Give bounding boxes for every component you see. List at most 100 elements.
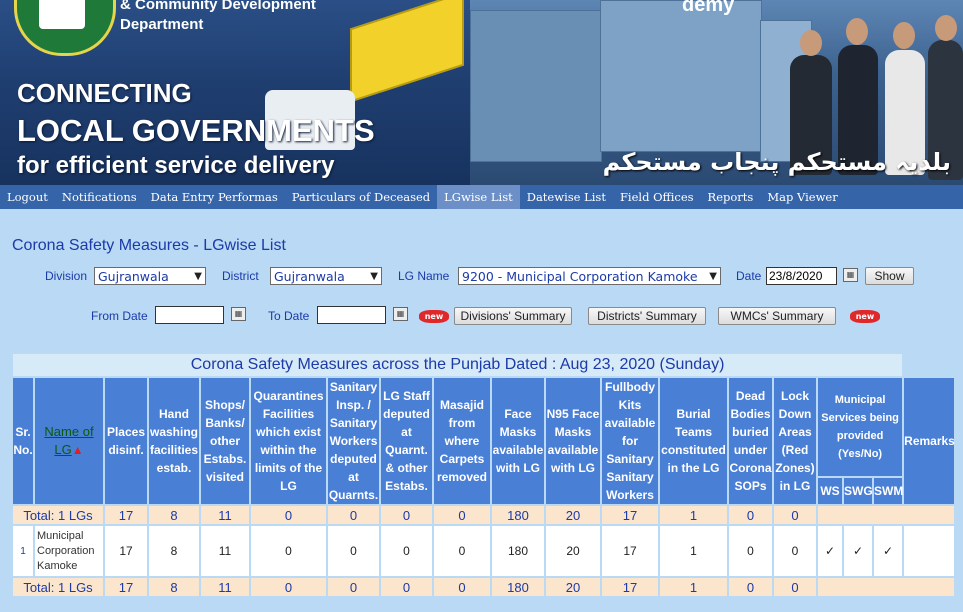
header-ws: WS	[818, 478, 842, 504]
page-title: Corona Safety Measures - LGwise List	[12, 237, 286, 254]
tagline-local-governments: LOCAL GOVERNMENTS	[17, 113, 375, 148]
person-head	[935, 15, 957, 41]
value-cell: 0	[381, 526, 432, 576]
from-date-input[interactable]	[155, 306, 224, 324]
total-value-cell: 0	[729, 506, 772, 524]
sort-arrow-icon[interactable]: ▲	[72, 443, 84, 457]
header-places: Places disinf.	[105, 378, 147, 504]
division-select[interactable]: Gujranwala ▼	[94, 267, 206, 285]
calendar-icon[interactable]: ▦	[843, 268, 858, 282]
header-banner: demy & Community Development Department …	[0, 0, 963, 185]
header-municipal-services: Municipal Services being provided (Yes/N…	[818, 378, 903, 476]
total-value-cell: 0	[729, 578, 772, 596]
districts-summary-button[interactable]: Districts' Summary	[588, 307, 706, 325]
value-cell: 0	[434, 526, 490, 576]
header-sr-no: Sr. No.	[13, 378, 33, 504]
divisions-summary-button[interactable]: Divisions' Summary	[454, 307, 572, 325]
header-staff: LG Staff deputed at Quarnt. & other Esta…	[381, 378, 432, 504]
total-value-cell: 0	[381, 578, 432, 596]
total-value-cell: 17	[105, 506, 147, 524]
total-value-cell: 0	[251, 578, 326, 596]
value-cell: 0	[328, 526, 379, 576]
remarks-cell	[904, 526, 955, 576]
nav-data-entry-performas[interactable]: Data Entry Performas	[144, 185, 285, 209]
department-name-line1: & Community Development	[120, 0, 316, 13]
value-cell: 0	[251, 526, 326, 576]
tagline-service-delivery: for efficient service delivery	[17, 152, 335, 179]
header-lockdown: Lock Down Areas (Red Zones) in LG	[774, 378, 816, 504]
total-value-cell: 0	[381, 506, 432, 524]
total-value-cell: 0	[434, 578, 490, 596]
header-burial-teams: Burial Teams constituted in the LG	[660, 378, 727, 504]
value-cell: 0	[774, 526, 816, 576]
division-label: Division	[45, 269, 88, 283]
header-quarantine: Quarantines Facilities which exist withi…	[251, 378, 326, 504]
building-image	[600, 0, 762, 152]
corona-measures-table: Corona Safety Measures across the Punjab…	[11, 352, 955, 598]
new-badge-icon: new	[850, 310, 880, 323]
header-swg: SWG	[844, 478, 873, 504]
date-label: Date	[736, 269, 762, 283]
chevron-down-icon: ▼	[709, 271, 717, 282]
total-row: Total: 1 LGs 17 8 11 0 0 0 0 180 20 17 1 0 0	[13, 578, 955, 596]
total-value-cell: 0	[328, 506, 379, 524]
total-empty-cell	[818, 506, 955, 524]
person-head	[893, 22, 915, 49]
swg-check-icon: ✓	[844, 526, 872, 576]
ws-check-icon: ✓	[818, 526, 842, 576]
academy-sign: demy	[682, 0, 735, 16]
total-label: Total: 1 LGs	[13, 506, 103, 524]
chevron-down-icon: ▼	[370, 271, 378, 282]
truck-image	[350, 0, 464, 103]
total-value-cell: 0	[251, 506, 326, 524]
sort-lg-link[interactable]: Name of LG	[44, 424, 93, 457]
to-date-label: To Date	[268, 309, 310, 323]
total-value-cell: 11	[201, 578, 249, 596]
value-cell: 0	[729, 526, 772, 576]
nav-field-offices[interactable]: Field Offices	[613, 185, 701, 209]
total-value-cell: 8	[149, 578, 199, 596]
calendar-icon[interactable]: ▦	[231, 307, 246, 321]
header-shops: Shops/ Banks/ other Estabs. visited	[201, 378, 249, 504]
header-sanitary: Sanitary Insp. / Sanitary Workers depute…	[328, 378, 379, 504]
total-value-cell: 1	[660, 506, 727, 524]
total-value-cell: 8	[149, 506, 199, 524]
total-value-cell: 0	[434, 506, 490, 524]
total-value-cell: 11	[201, 506, 249, 524]
table-row: 1 Municipal Corporation Kamoke 17 8 11 0…	[13, 526, 955, 576]
date-input[interactable]: 23/8/2020	[766, 267, 837, 285]
to-date-input[interactable]	[317, 306, 386, 324]
nav-notifications[interactable]: Notifications	[55, 185, 144, 209]
total-value-cell: 17	[602, 506, 658, 524]
tagline-connecting: CONNECTING	[17, 78, 192, 108]
from-date-label: From Date	[91, 309, 148, 323]
lg-name-select[interactable]: 9200 - Municipal Corporation Kamoke ▼	[458, 267, 721, 285]
nav-datewise-list[interactable]: Datewise List	[520, 185, 613, 209]
total-label: Total: 1 LGs	[13, 578, 103, 596]
total-empty-cell	[818, 578, 955, 596]
total-value-cell: 17	[602, 578, 658, 596]
nav-map-viewer[interactable]: Map Viewer	[760, 185, 844, 209]
show-button[interactable]: Show	[865, 267, 914, 285]
header-masajid: Masajid from where Carpets removed	[434, 378, 490, 504]
nav-particulars-of-deceased[interactable]: Particulars of Deceased	[285, 185, 437, 209]
wmcs-summary-button[interactable]: WMCs' Summary	[718, 307, 836, 325]
total-row: Total: 1 LGs 17 8 11 0 0 0 0 180 20 17 1 0 0	[13, 506, 955, 524]
header-hand-washing: Hand washing facilities estab.	[149, 378, 199, 504]
total-value-cell: 17	[105, 578, 147, 596]
header-lg-name[interactable]: Name of LG▲	[35, 378, 103, 504]
header-dead-bodies: Dead Bodies buried under Corona SOPs	[729, 378, 772, 504]
calendar-icon[interactable]: ▦	[393, 307, 408, 321]
value-cell: 17	[105, 526, 147, 576]
sr-cell: 1	[13, 526, 33, 576]
total-value-cell: 1	[660, 578, 727, 596]
nav-reports[interactable]: Reports	[701, 185, 761, 209]
table-caption: Corona Safety Measures across the Punjab…	[13, 354, 903, 376]
nav-lgwise-list[interactable]: LGwise List	[437, 185, 520, 209]
district-label: District	[222, 269, 259, 283]
value-cell: 20	[546, 526, 600, 576]
nav-logout[interactable]: Logout	[0, 185, 55, 209]
lg-name-label: LG Name	[398, 269, 450, 283]
district-select[interactable]: Gujranwala ▼	[270, 267, 382, 285]
government-logo	[14, 0, 116, 56]
